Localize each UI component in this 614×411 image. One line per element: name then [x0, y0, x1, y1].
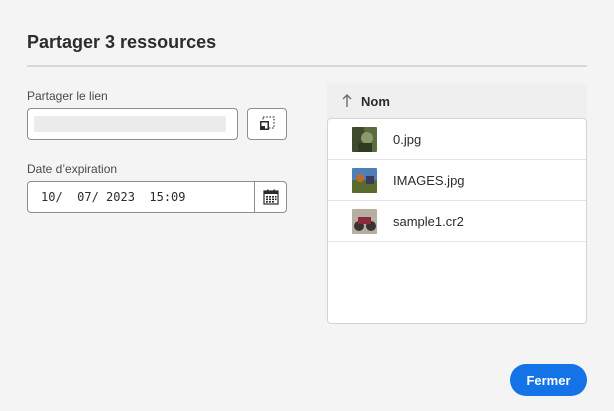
- share-link-value: [34, 116, 226, 132]
- image-thumbnail: [352, 167, 377, 193]
- file-name: IMAGES.jpg: [393, 172, 465, 188]
- image-thumbnail: [352, 126, 377, 152]
- calendar-icon: [262, 189, 279, 205]
- expiration-date-field[interactable]: 10/ 07/ 2023 15:09: [27, 181, 287, 213]
- arrow-up-icon[interactable]: [341, 94, 353, 108]
- copy-icon: [260, 116, 275, 130]
- share-link-field[interactable]: [27, 108, 238, 140]
- image-thumbnail: [352, 208, 377, 234]
- calendar-button[interactable]: [254, 181, 286, 213]
- share-link-label: Partager le lien: [27, 89, 108, 103]
- title-divider: [27, 65, 587, 67]
- list-item[interactable]: 0.jpg: [328, 119, 586, 160]
- dialog-title: Partager 3 ressources: [27, 32, 217, 52]
- list-item[interactable]: sample1.cr2: [328, 201, 586, 242]
- file-list: 0.jpg IMAGES.jpg sample1.cr2: [327, 118, 587, 324]
- file-list-header[interactable]: Nom: [327, 84, 587, 118]
- expiration-date-value[interactable]: 10/ 07/ 2023 15:09: [41, 190, 186, 204]
- list-item[interactable]: IMAGES.jpg: [328, 160, 586, 201]
- expiration-label: Date d’expiration: [27, 162, 118, 176]
- file-name: sample1.cr2: [393, 213, 464, 229]
- column-header-name[interactable]: Nom: [361, 94, 390, 109]
- file-name: 0.jpg: [393, 131, 422, 147]
- close-button[interactable]: Fermer: [510, 364, 587, 396]
- copy-link-button[interactable]: [247, 108, 287, 140]
